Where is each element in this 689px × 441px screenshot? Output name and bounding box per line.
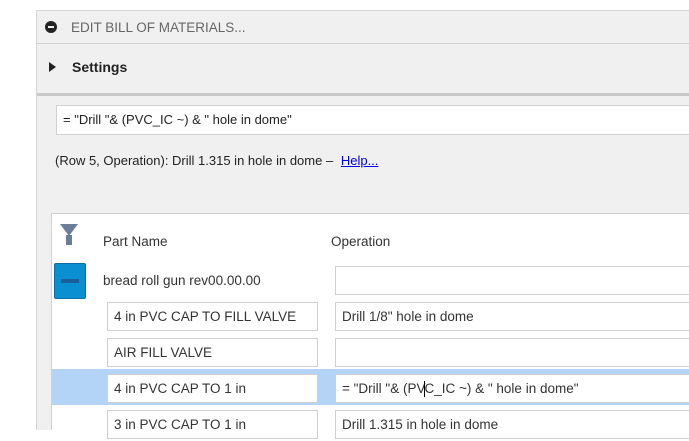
table-row[interactable]: AIR FILL VALVE	[52, 333, 689, 369]
panel-header[interactable]: EDIT BILL OF MATERIALS...	[37, 11, 689, 44]
operation-cell[interactable]	[335, 266, 689, 295]
operation-text-before-caret: = "Drill "& (PV	[342, 381, 426, 396]
bom-table: Part Name Operation bread roll gun rev00…	[51, 213, 689, 439]
formula-input[interactable]: = "Drill "& (PVC_IC ~) & " hole in dome"	[56, 105, 689, 135]
collapse-tree-button[interactable]	[54, 263, 86, 299]
table-row-selected[interactable]: 4 in PVC CAP TO 1 in = "Drill "& (PVC_IC…	[52, 369, 689, 405]
table-row[interactable]: 4 in PVC CAP TO FILL VALVE Drill 1/8" ho…	[52, 297, 689, 333]
settings-section[interactable]: Settings	[37, 44, 689, 90]
status-text: (Row 5, Operation): Drill 1.315 in hole …	[55, 153, 334, 168]
part-name-cell[interactable]: 4 in PVC CAP TO FILL VALVE	[107, 302, 318, 331]
operation-cell[interactable]: Drill 1/8" hole in dome	[335, 302, 689, 331]
collapse-circle-icon[interactable]	[45, 21, 57, 33]
part-name-cell[interactable]: AIR FILL VALVE	[107, 338, 318, 367]
operation-cell[interactable]	[335, 338, 689, 367]
part-name: bread roll gun rev00.00.00	[103, 273, 261, 288]
expand-triangle-icon	[49, 62, 56, 72]
panel-title: EDIT BILL OF MATERIALS...	[71, 19, 246, 35]
operation-cell-editing[interactable]: = "Drill "& (PVC_IC ~) & " hole in dome"	[335, 374, 689, 403]
status-line: (Row 5, Operation): Drill 1.315 in hole …	[55, 153, 378, 168]
part-name-cell[interactable]: 4 in PVC CAP TO 1 in	[107, 374, 318, 403]
table-row[interactable]: bread roll gun rev00.00.00	[52, 261, 689, 297]
settings-label: Settings	[72, 59, 128, 75]
splitter[interactable]	[37, 93, 689, 96]
help-link[interactable]: Help...	[341, 153, 379, 168]
part-name-cell[interactable]: 3 in PVC CAP TO 1 in	[107, 410, 318, 439]
column-header-operation[interactable]: Operation	[331, 234, 390, 249]
table-row[interactable]: 3 in PVC CAP TO 1 in Drill 1.315 in hole…	[52, 405, 689, 441]
column-header-part-name[interactable]: Part Name	[103, 234, 168, 249]
edit-bom-panel: EDIT BILL OF MATERIALS... Settings = "Dr…	[36, 10, 689, 439]
filter-icon[interactable]	[60, 224, 78, 245]
operation-text-after-caret: C_IC ~) & " hole in dome"	[424, 381, 579, 396]
operation-cell[interactable]: Drill 1.315 in hole in dome	[335, 410, 689, 439]
